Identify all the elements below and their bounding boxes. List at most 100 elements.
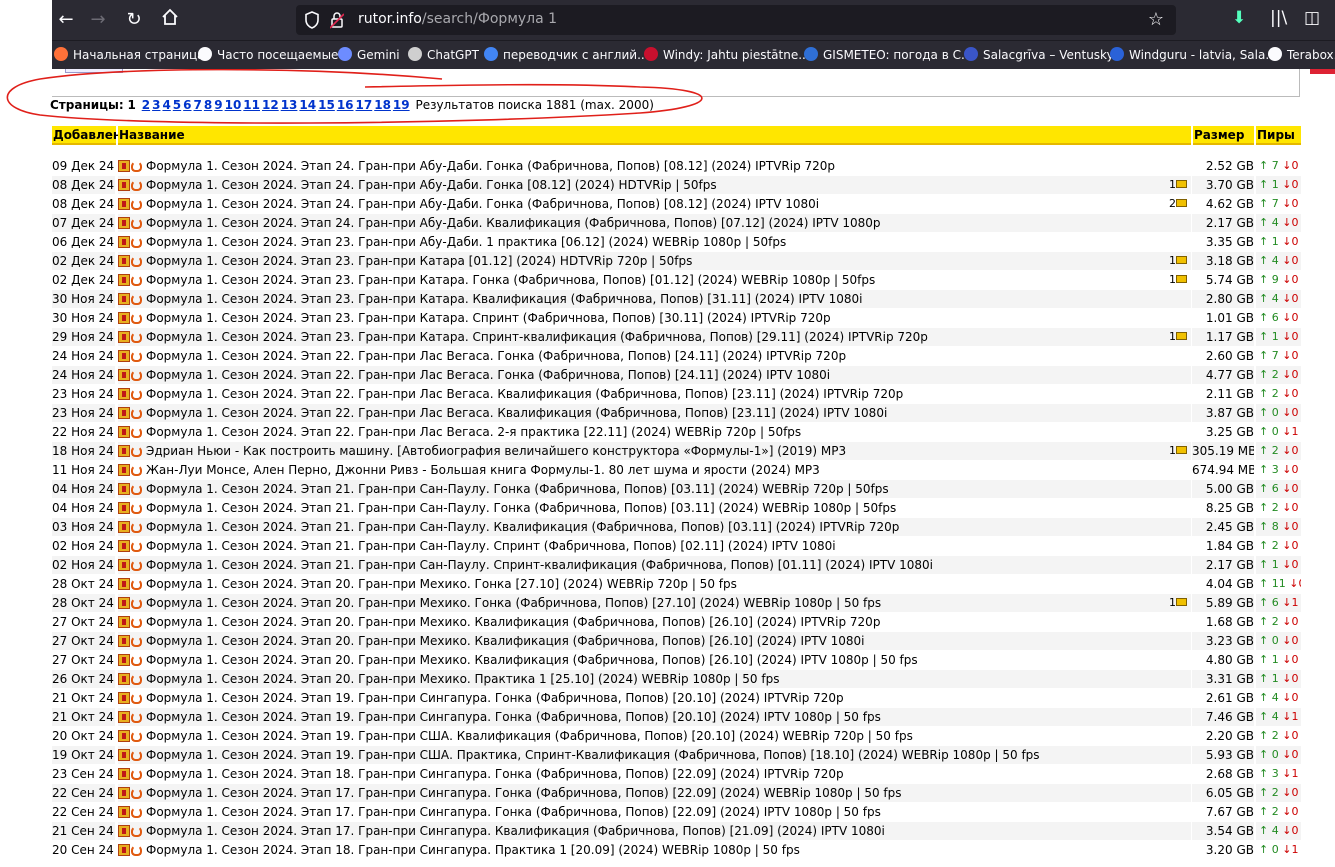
header-size[interactable]: Размер	[1193, 126, 1254, 145]
sidebar-icon[interactable]: ◫	[1304, 8, 1320, 28]
bookmark-item[interactable]: Windguru - latvia, Sala...	[1110, 47, 1277, 62]
download-icon[interactable]	[118, 768, 130, 780]
bookmark-item[interactable]: Часто посещаемые	[198, 47, 338, 62]
magnet-icon[interactable]	[131, 769, 142, 780]
page-link[interactable]: 18	[374, 98, 391, 112]
torrent-title-link[interactable]: Формула 1. Сезон 2024. Этап 24. Гран-при…	[146, 197, 819, 211]
download-icon[interactable]	[118, 464, 130, 476]
magnet-icon[interactable]	[131, 446, 142, 457]
torrent-title-link[interactable]: Формула 1. Сезон 2024. Этап 17. Гран-при…	[146, 805, 881, 819]
torrent-title-link[interactable]: Формула 1. Сезон 2024. Этап 21. Гран-при…	[146, 520, 899, 534]
torrent-title-link[interactable]: Формула 1. Сезон 2024. Этап 20. Гран-при…	[146, 672, 779, 686]
magnet-icon[interactable]	[131, 712, 142, 723]
page-link[interactable]: 13	[281, 98, 298, 112]
back-icon[interactable]: ←	[54, 8, 78, 32]
magnet-icon[interactable]	[131, 332, 142, 343]
download-icon[interactable]	[118, 350, 130, 362]
magnet-icon[interactable]	[131, 237, 142, 248]
torrent-title-link[interactable]: Формула 1. Сезон 2024. Этап 24. Гран-при…	[146, 159, 835, 173]
torrent-title-link[interactable]: Формула 1. Сезон 2024. Этап 20. Гран-при…	[146, 634, 865, 648]
page-link[interactable]: 10	[225, 98, 242, 112]
torrent-title-link[interactable]: Формула 1. Сезон 2024. Этап 23. Гран-при…	[146, 273, 875, 287]
bookmark-star-icon[interactable]: ☆	[1148, 9, 1164, 30]
torrent-title-link[interactable]: Жан-Луи Монсе, Ален Перно, Джонни Ривз -…	[146, 463, 820, 477]
download-icon[interactable]	[118, 749, 130, 761]
download-icon[interactable]	[118, 673, 130, 685]
bookmark-item[interactable]: GISMETEO: погода в С...	[804, 47, 972, 62]
download-icon[interactable]	[118, 198, 130, 210]
torrent-title-link[interactable]: Формула 1. Сезон 2024. Этап 17. Гран-при…	[146, 824, 885, 838]
forward-icon[interactable]: →	[86, 8, 110, 32]
download-icon[interactable]	[118, 160, 130, 172]
magnet-icon[interactable]	[131, 845, 142, 856]
download-icon[interactable]	[118, 274, 130, 286]
bookmark-item[interactable]: переводчик с англий...	[484, 47, 649, 62]
comments-badge[interactable]: 2	[1169, 195, 1187, 213]
bookmark-item[interactable]: Windy: Jahtu piestātne...	[644, 47, 810, 62]
download-icon[interactable]	[118, 635, 130, 647]
page-link[interactable]: 15	[318, 98, 335, 112]
magnet-icon[interactable]	[131, 788, 142, 799]
magnet-icon[interactable]	[131, 484, 142, 495]
page-link[interactable]: 14	[299, 98, 316, 112]
download-icon[interactable]	[118, 445, 130, 457]
download-icon[interactable]	[118, 312, 130, 324]
comments-badge[interactable]: 1	[1169, 252, 1187, 270]
comments-badge[interactable]: 1	[1169, 176, 1187, 194]
download-icon[interactable]	[118, 806, 130, 818]
comments-badge[interactable]: 1	[1169, 271, 1187, 289]
magnet-icon[interactable]	[131, 389, 142, 400]
download-icon[interactable]	[118, 388, 130, 400]
torrent-title-link[interactable]: Формула 1. Сезон 2024. Этап 20. Гран-при…	[146, 577, 737, 591]
torrent-title-link[interactable]: Формула 1. Сезон 2024. Этап 21. Гран-при…	[146, 482, 889, 496]
torrent-title-link[interactable]: Формула 1. Сезон 2024. Этап 22. Гран-при…	[146, 387, 903, 401]
download-icon[interactable]	[118, 521, 130, 533]
lock-warning-icon[interactable]	[330, 11, 344, 29]
magnet-icon[interactable]	[131, 750, 142, 761]
torrent-title-link[interactable]: Формула 1. Сезон 2024. Этап 23. Гран-при…	[146, 235, 786, 249]
download-icon[interactable]	[118, 502, 130, 514]
torrent-title-link[interactable]: Формула 1. Сезон 2024. Этап 23. Гран-при…	[146, 254, 692, 268]
magnet-icon[interactable]	[131, 275, 142, 286]
download-icon[interactable]	[118, 426, 130, 438]
magnet-icon[interactable]	[131, 693, 142, 704]
magnet-icon[interactable]	[131, 655, 142, 666]
magnet-icon[interactable]	[131, 636, 142, 647]
torrent-title-link[interactable]: Формула 1. Сезон 2024. Этап 24. Гран-при…	[146, 178, 717, 192]
page-link[interactable]: 17	[356, 98, 373, 112]
download-icon[interactable]	[118, 578, 130, 590]
download-icon[interactable]	[118, 179, 130, 191]
download-icon[interactable]	[118, 616, 130, 628]
page-link[interactable]: 7	[194, 98, 202, 112]
torrent-title-link[interactable]: Формула 1. Сезон 2024. Этап 18. Гран-при…	[146, 767, 844, 781]
magnet-icon[interactable]	[131, 598, 142, 609]
magnet-icon[interactable]	[131, 313, 142, 324]
magnet-icon[interactable]	[131, 294, 142, 305]
torrent-title-link[interactable]: Формула 1. Сезон 2024. Этап 22. Гран-при…	[146, 368, 830, 382]
page-link[interactable]: 12	[262, 98, 279, 112]
downloads-icon[interactable]: ⬇	[1232, 8, 1246, 28]
magnet-icon[interactable]	[131, 465, 142, 476]
page-link[interactable]: 8	[204, 98, 212, 112]
library-icon[interactable]: ||\	[1270, 8, 1287, 28]
download-icon[interactable]	[118, 844, 130, 856]
magnet-icon[interactable]	[131, 161, 142, 172]
download-icon[interactable]	[118, 692, 130, 704]
bookmark-item[interactable]: ChatGPT	[408, 47, 479, 62]
magnet-icon[interactable]	[131, 560, 142, 571]
magnet-icon[interactable]	[131, 370, 142, 381]
torrent-title-link[interactable]: Формула 1. Сезон 2024. Этап 19. Гран-при…	[146, 729, 913, 743]
torrent-title-link[interactable]: Формула 1. Сезон 2024. Этап 21. Гран-при…	[146, 539, 836, 553]
torrent-title-link[interactable]: Формула 1. Сезон 2024. Этап 20. Гран-при…	[146, 596, 881, 610]
magnet-icon[interactable]	[131, 503, 142, 514]
download-icon[interactable]	[118, 483, 130, 495]
torrent-title-link[interactable]: Формула 1. Сезон 2024. Этап 23. Гран-при…	[146, 330, 928, 344]
download-icon[interactable]	[118, 711, 130, 723]
magnet-icon[interactable]	[131, 522, 142, 533]
search-button[interactable]	[65, 69, 123, 73]
home-icon[interactable]	[158, 8, 182, 32]
magnet-icon[interactable]	[131, 408, 142, 419]
download-icon[interactable]	[118, 407, 130, 419]
magnet-icon[interactable]	[131, 180, 142, 191]
page-link[interactable]: 9	[214, 98, 222, 112]
